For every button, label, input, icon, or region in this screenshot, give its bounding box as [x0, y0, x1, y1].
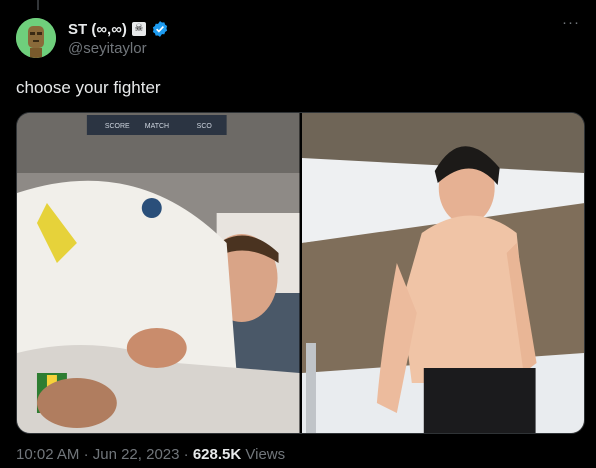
views-label: Views — [245, 446, 286, 463]
avatar[interactable] — [16, 18, 56, 58]
thread-line — [37, 0, 39, 10]
tweet-text: choose your fighter — [16, 78, 161, 97]
shirtless-man-photo — [301, 113, 584, 433]
skull-icon: ☠ — [131, 22, 146, 36]
verified-badge-icon — [152, 21, 168, 37]
banner-sco: SCO — [197, 123, 213, 130]
meta-separator-2: · — [183, 446, 189, 463]
meta-separator: · — [83, 446, 89, 463]
media-image-right[interactable] — [301, 113, 584, 433]
display-name[interactable]: ST (∞,∞) — [68, 21, 127, 38]
author-name-row[interactable]: ST (∞,∞) ☠ — [68, 20, 169, 38]
jiu-jitsu-photo: SCORE MATCH SCO — [17, 113, 300, 433]
banner-match: MATCH — [145, 123, 169, 130]
more-options-icon[interactable]: ··· — [562, 14, 580, 31]
media-grid[interactable]: SCORE MATCH SCO — [16, 112, 585, 434]
handle[interactable]: @seyitaylor — [68, 40, 147, 57]
tweet-meta: 10:02 AM · Jun 22, 2023 · 628.5K Views — [16, 446, 285, 463]
banner-score: SCORE — [105, 123, 130, 130]
media-image-left[interactable]: SCORE MATCH SCO — [17, 113, 300, 433]
views-count[interactable]: 628.5K — [193, 446, 241, 463]
avatar-image — [16, 18, 56, 58]
tweet-time[interactable]: 10:02 AM — [16, 446, 79, 463]
tweet-date[interactable]: Jun 22, 2023 — [93, 446, 180, 463]
